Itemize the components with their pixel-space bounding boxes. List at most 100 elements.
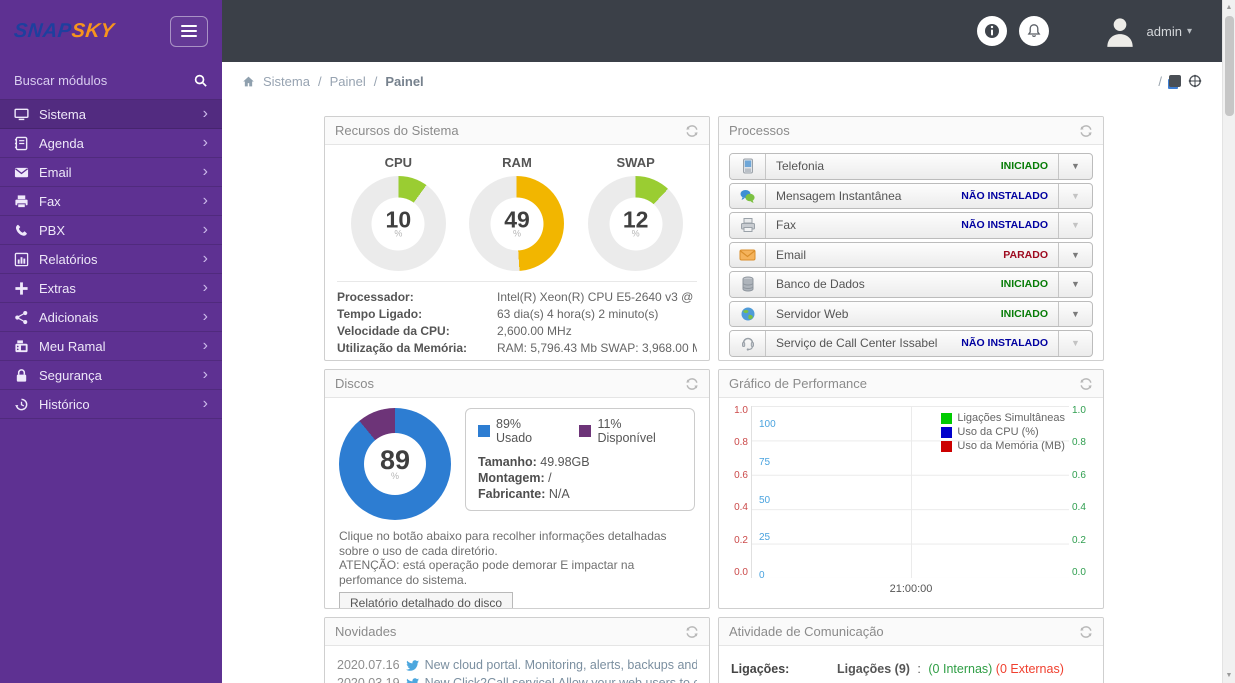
panel-header: Discos [325,370,709,398]
sidebar-item-label: Adicionais [39,309,99,325]
refresh-icon[interactable] [1079,124,1093,138]
refresh-icon[interactable] [1079,377,1093,391]
sidebar-item-seguranca[interactable]: Segurança › [0,361,222,390]
scroll-down-arrow[interactable]: ▼ [1223,668,1235,683]
breadcrumb-painel[interactable]: Painel [330,74,366,89]
database-icon [730,272,766,297]
refresh-icon[interactable] [1079,625,1093,639]
news-item: 2020.03.19 New Click2Call service! Allow… [337,674,697,683]
panel-novidades: Novidades 2020.07.16 New cloud portal. M… [324,617,710,683]
gauge-unit: % [631,228,640,239]
sidebar-item-label: PBX [39,222,66,238]
search-icon[interactable] [193,73,208,88]
gauge-label: SWAP [616,155,655,170]
hamburger-menu-button[interactable] [170,15,208,47]
sidebar-item-historico[interactable]: Histórico › [0,390,222,419]
news-list: 2020.07.16 New cloud portal. Monitoring,… [325,646,709,683]
sidebar-item-sistema[interactable]: Sistema › [0,100,222,129]
scroll-thumb[interactable] [1225,16,1234,116]
refresh-icon[interactable] [685,377,699,391]
sidebar-item-label: Agenda [39,135,84,151]
disk-detail-montagem: Montagem: / [478,471,552,485]
callcenter-headset-icon [730,331,766,356]
gauge-label: CPU [384,155,413,170]
process-actions-dropdown[interactable]: ▼ [1058,242,1092,267]
sidebar-item-extras[interactable]: Extras › [0,274,222,303]
process-actions-dropdown[interactable]: ▼ [1058,272,1092,297]
gauge-value: 10 [385,206,412,233]
printer-icon [14,194,29,209]
panel-header: Recursos do Sistema [325,117,709,145]
chevron-right-icon: › [202,192,208,209]
panel-header: Novidades [325,618,709,646]
legend-swatch [941,412,953,424]
status-badge: INICIADO [1000,307,1048,320]
sidebar-item-label: Meu Ramal [39,338,106,354]
chevron-right-icon: › [202,279,208,296]
process-list: Telefonia INICIADO ▼ Mensagem Instantâne… [719,145,1103,360]
home-icon[interactable] [242,75,255,88]
status-badge: NÃO INSTALADO [961,189,1048,202]
legend-swatch [941,426,953,438]
chat-icon [730,183,766,208]
globe-icon[interactable] [1188,74,1202,88]
legend-label: Uso da Memória (MB) [957,440,1065,452]
process-actions-dropdown[interactable]: ▼ [1058,301,1092,326]
chevron-right-icon: › [202,134,208,151]
disk-usage-value: 89 [379,445,411,475]
notes-icon[interactable] [1169,75,1181,87]
scroll-up-arrow[interactable]: ▲ [1223,0,1235,15]
refresh-icon[interactable] [685,625,699,639]
sidebar-item-pbx[interactable]: PBX › [0,216,222,245]
gauge-value: 49 [504,206,530,233]
panel-title: Atividade de Comunicação [729,624,884,639]
swap-gauge: SWAP 12% [588,155,684,271]
notifications-button[interactable] [1018,16,1049,46]
sidebar-item-meu-ramal[interactable]: Meu Ramal › [0,332,222,361]
x-axis-tick: 21:00:00 [889,583,933,595]
twitter-icon [405,659,419,671]
gauge-unit: % [394,228,403,239]
panel-atividade-de-comunicacao: Atividade de Comunicação Ligações: Ligaç… [718,617,1104,683]
ram-donut-chart: 49% [469,176,565,271]
sidebar-item-label: Sistema [39,106,86,122]
info-button[interactable] [976,16,1007,46]
module-search-input[interactable]: Buscar módulos [0,62,222,100]
panel-discos: Discos 89% 89% Usado 11% Disponível Tama… [324,369,710,609]
main-content: Sistema / Painel / Painel / Recursos do … [222,62,1222,683]
plot-area: 100 75 50 25 0 Ligações Simultâneas Uso da C… [751,406,1069,581]
plus-icon [14,281,29,296]
page-scrollbar[interactable]: ▲ ▼ [1222,0,1235,683]
news-text[interactable]: New Click2Call service! Allow your web u… [425,674,697,683]
legend-label: Ligações Simultâneas [957,412,1065,424]
panel-title: Processos [729,123,790,138]
sidebar-item-relatorios[interactable]: Relatórios › [0,245,222,274]
sidebar-item-label: Fax [39,193,61,209]
news-date: 2020.07.16 [337,658,400,672]
panel-title: Gráfico de Performance [729,376,868,391]
sidebar-item-adicionais[interactable]: Adicionais › [0,303,222,332]
process-actions-dropdown[interactable]: ▼ [1058,154,1092,179]
panel-header: Processos [719,117,1103,145]
calls-internal: (0 Internas) [928,662,993,676]
sidebar-item-email[interactable]: Email › [0,158,222,187]
status-badge: INICIADO [1000,278,1048,291]
gauge-value: 12 [622,206,649,233]
breadcrumb-sistema[interactable]: Sistema [263,74,310,89]
app-logo: SNAPSKY [13,20,116,43]
history-icon [14,397,29,412]
user-menu[interactable]: admin ▾ [1101,12,1192,50]
email-icon [730,242,766,267]
cpu-gauge: CPU 10% [350,155,446,271]
sidebar-item-agenda[interactable]: Agenda › [0,129,222,158]
disk-report-button[interactable]: Relatório detalhado do disco [339,592,514,608]
status-badge: NÃO INSTALADO [961,337,1048,350]
sidebar-item-fax[interactable]: Fax › [0,187,222,216]
refresh-icon[interactable] [685,124,699,138]
disk-summary: 89% 89% Usado 11% Disponível Tamanho: 49… [325,398,709,520]
avatar [1101,12,1139,50]
user-name: admin [1146,23,1182,39]
legend-label: Uso da CPU (%) [957,426,1039,438]
gauge-unit: % [512,228,521,239]
news-text[interactable]: New cloud portal. Monitoring, alerts, ba… [425,656,697,674]
